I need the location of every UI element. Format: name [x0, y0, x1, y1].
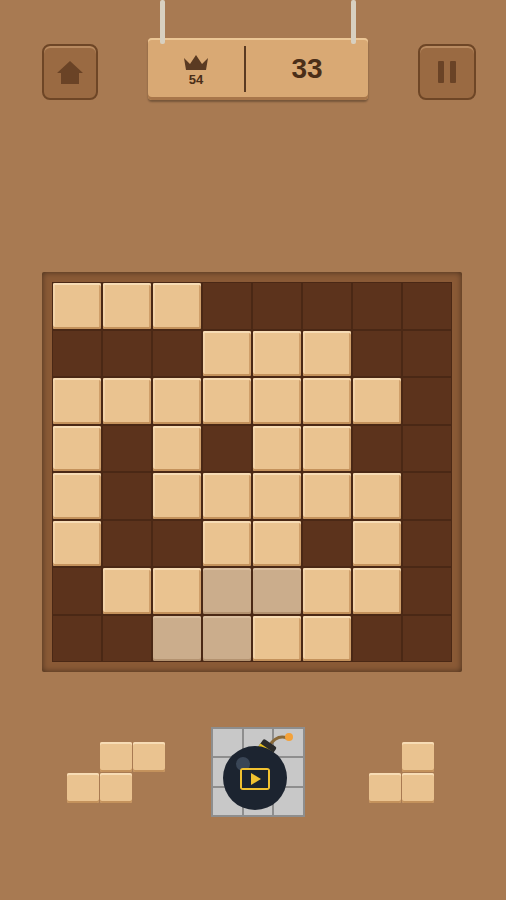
board-cell[interactable]: [353, 568, 401, 614]
board-cell[interactable]: [353, 473, 401, 519]
bomb-icon: [211, 727, 305, 817]
score-value: 33: [246, 48, 368, 90]
board-cell[interactable]: [53, 426, 101, 472]
piece-cell: [369, 773, 401, 803]
board-cell[interactable]: [302, 282, 352, 330]
piece-cell: [402, 773, 434, 803]
block-piece[interactable]: [368, 741, 434, 803]
board-cell[interactable]: [202, 282, 252, 330]
piece-cell: [100, 773, 132, 803]
board-cell[interactable]: [153, 473, 201, 519]
piece-cell: [369, 742, 401, 772]
top-bar: 54 33: [0, 0, 506, 102]
board-cell[interactable]: [352, 425, 402, 473]
board-cell[interactable]: [203, 378, 251, 424]
board-cell[interactable]: [103, 568, 151, 614]
board-cell[interactable]: [153, 616, 201, 662]
piece-tray: [0, 726, 506, 818]
crown-icon: [182, 52, 210, 72]
board-cell[interactable]: [153, 568, 201, 614]
board-cell[interactable]: [402, 615, 452, 663]
board-cell[interactable]: [402, 520, 452, 568]
board-cell[interactable]: [402, 377, 452, 425]
board-cell[interactable]: [203, 568, 251, 614]
board-cell[interactable]: [253, 568, 301, 614]
board-cell[interactable]: [102, 425, 152, 473]
board-cell[interactable]: [203, 331, 251, 377]
piece-cell: [402, 742, 434, 772]
board-cell[interactable]: [203, 616, 251, 662]
pause-icon: [435, 59, 459, 85]
board-cell[interactable]: [253, 331, 301, 377]
board-cell[interactable]: [52, 567, 102, 615]
rope: [160, 0, 165, 44]
board-cell[interactable]: [203, 521, 251, 567]
piece-cell: [133, 742, 165, 772]
board-cell[interactable]: [303, 331, 351, 377]
board-cell[interactable]: [253, 473, 301, 519]
board-cell[interactable]: [52, 330, 102, 378]
board-frame: [42, 272, 462, 672]
board-cell[interactable]: [203, 473, 251, 519]
board-cell[interactable]: [402, 330, 452, 378]
board-cell[interactable]: [103, 378, 151, 424]
divider: [244, 46, 246, 92]
board-cell[interactable]: [53, 521, 101, 567]
board-cell[interactable]: [302, 520, 352, 568]
board-cell[interactable]: [352, 615, 402, 663]
board-cell[interactable]: [352, 282, 402, 330]
piece-cell: [67, 742, 99, 772]
board-cell[interactable]: [303, 378, 351, 424]
board-cell[interactable]: [53, 378, 101, 424]
board-cell[interactable]: [202, 425, 252, 473]
board-cell[interactable]: [252, 282, 302, 330]
bomb-powerup[interactable]: [211, 727, 305, 817]
home-button[interactable]: [42, 44, 98, 100]
piece-cell: [67, 773, 99, 803]
board-cell[interactable]: [52, 615, 102, 663]
board-cell[interactable]: [353, 378, 401, 424]
board-cell[interactable]: [303, 616, 351, 662]
board-cell[interactable]: [102, 615, 152, 663]
board-cell[interactable]: [303, 568, 351, 614]
board-cell[interactable]: [402, 472, 452, 520]
board-cell[interactable]: [402, 567, 452, 615]
board-cell[interactable]: [303, 473, 351, 519]
board-cell[interactable]: [102, 472, 152, 520]
board-cell[interactable]: [253, 616, 301, 662]
board-grid: [52, 282, 452, 662]
piece-cell: [133, 773, 165, 803]
rope: [351, 0, 356, 44]
board-cell[interactable]: [352, 330, 402, 378]
score-plank: 54 33: [148, 38, 368, 100]
board-cell[interactable]: [402, 425, 452, 473]
board-cell[interactable]: [102, 330, 152, 378]
board-cell[interactable]: [253, 521, 301, 567]
best-score-value: 54: [189, 73, 203, 86]
board-cell[interactable]: [153, 378, 201, 424]
home-icon: [55, 58, 85, 86]
board-cell[interactable]: [103, 283, 151, 329]
board-cell[interactable]: [152, 520, 202, 568]
best-score: 54: [148, 52, 244, 86]
board-cell[interactable]: [152, 330, 202, 378]
board-cell[interactable]: [253, 378, 301, 424]
board-cell[interactable]: [53, 283, 101, 329]
block-piece[interactable]: [66, 741, 165, 803]
board-cell[interactable]: [353, 521, 401, 567]
board-cell[interactable]: [303, 426, 351, 472]
pause-button[interactable]: [418, 44, 476, 100]
board-cell[interactable]: [102, 520, 152, 568]
board-cell[interactable]: [53, 473, 101, 519]
board-cell[interactable]: [402, 282, 452, 330]
board-cell[interactable]: [253, 426, 301, 472]
board-cell[interactable]: [153, 426, 201, 472]
board-cell[interactable]: [153, 283, 201, 329]
piece-cell: [100, 742, 132, 772]
